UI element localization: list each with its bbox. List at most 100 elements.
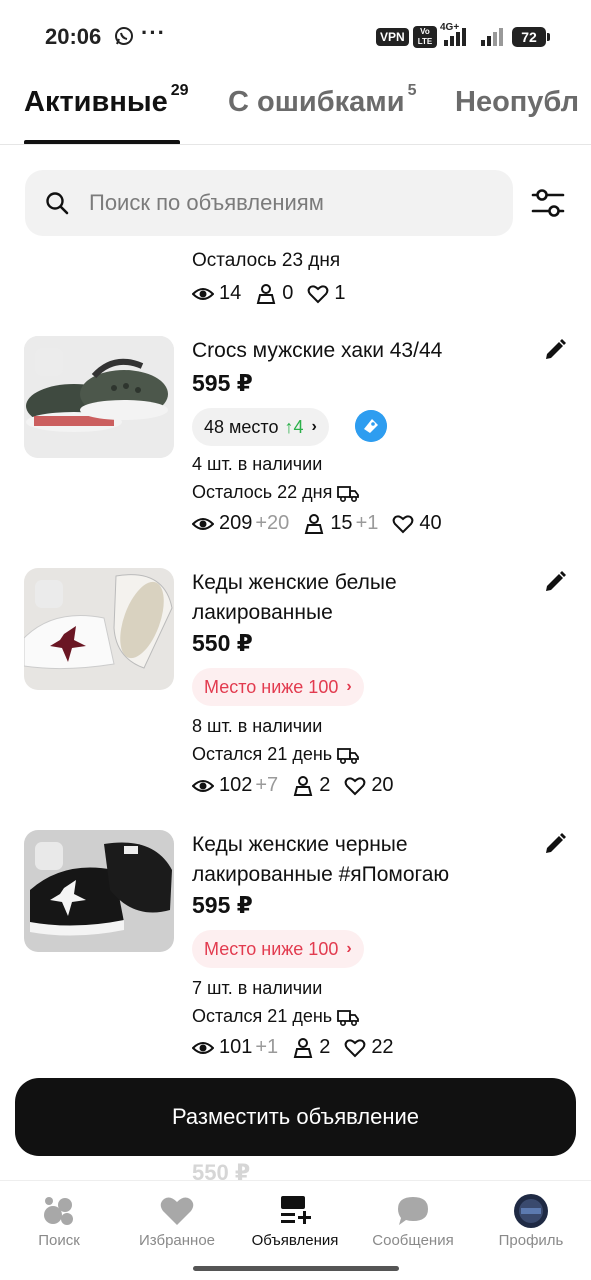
views-delta: +7 xyxy=(255,774,279,796)
stock-text: 8 шт. в наличии xyxy=(192,716,323,736)
person-icon xyxy=(305,513,324,534)
listing-title[interactable]: Кеды женские белые лакированные xyxy=(192,568,532,628)
position-pill[interactable]: Место ниже 100 › xyxy=(192,668,364,706)
likes-count: 20 xyxy=(371,774,394,796)
remaining-text: Остался 21 день xyxy=(192,1006,333,1026)
eye-icon xyxy=(192,1041,214,1054)
views-count: 14 xyxy=(219,282,242,304)
listings-list[interactable]: Осталось 23 дня 14 0 1 Crocs мужские хак… xyxy=(0,238,591,1180)
select-checkbox[interactable] xyxy=(35,580,63,608)
person-icon xyxy=(256,283,276,304)
listing-price: 550 ₽ xyxy=(192,630,253,656)
tab-unpublished[interactable]: Неопубл xyxy=(455,86,579,119)
listing-photo[interactable] xyxy=(24,568,174,690)
nav-favorites[interactable]: Избранное xyxy=(122,1193,232,1249)
edit-pencil-icon[interactable] xyxy=(543,338,567,362)
listing-photo[interactable] xyxy=(24,830,174,952)
chevron-right-icon: › xyxy=(346,940,352,957)
listing-title[interactable]: Кеды женские черные лакированные #яПомог… xyxy=(192,830,532,890)
heart-outline-icon xyxy=(308,284,329,303)
position-pill[interactable]: Место ниже 100 › xyxy=(192,930,364,968)
stock-text: 4 шт. в наличии xyxy=(192,454,323,474)
listing-title[interactable]: Crocs мужские хаки 43/44 xyxy=(192,336,532,366)
chat-bubble-icon xyxy=(398,1197,428,1225)
nav-search[interactable]: Поиск xyxy=(4,1193,114,1249)
edit-pencil-icon[interactable] xyxy=(543,832,567,856)
signal-icon xyxy=(444,28,466,46)
select-checkbox[interactable] xyxy=(35,348,63,376)
tab-active[interactable]: Активные 29 xyxy=(24,82,189,119)
remaining-text: Осталось 23 дня xyxy=(192,250,341,271)
likes-count: 1 xyxy=(334,282,346,304)
nav-label: Сообщения xyxy=(372,1232,454,1249)
position-label: Место ниже 100 xyxy=(204,676,339,697)
nav-messages[interactable]: Сообщения xyxy=(358,1193,468,1249)
tab-label: С ошибками xyxy=(228,86,405,118)
filter-icon[interactable] xyxy=(530,186,566,220)
home-indicator[interactable] xyxy=(193,1266,399,1271)
volte-badge: Vo LTE xyxy=(413,26,437,48)
nav-label: Объявления xyxy=(251,1232,339,1249)
listing-tabs: Активные 29 С ошибками 5 Неопубл xyxy=(0,80,591,146)
stock-info: 7 шт. в наличии xyxy=(192,978,322,999)
heart-outline-icon xyxy=(393,514,414,533)
nav-label: Поиск xyxy=(38,1232,80,1249)
listing-price: 595 ₽ xyxy=(192,892,253,918)
truck-icon xyxy=(337,485,360,502)
person-icon xyxy=(293,1037,313,1058)
views-count: 209 xyxy=(219,512,253,534)
nav-profile[interactable]: Профиль xyxy=(476,1193,586,1249)
eye-icon xyxy=(192,287,214,300)
edit-pencil-icon[interactable] xyxy=(543,570,567,594)
battery-indicator: 72 xyxy=(512,27,550,47)
likes-count: 22 xyxy=(371,1036,394,1058)
views-delta: +1 xyxy=(255,1036,279,1058)
heart-outline-icon xyxy=(344,776,366,795)
search-input[interactable] xyxy=(89,184,489,222)
remaining-info: Осталось 22 дня xyxy=(192,482,360,503)
contacts-delta: +1 xyxy=(355,512,379,534)
nav-label: Профиль xyxy=(498,1232,564,1249)
search-bar xyxy=(25,170,513,236)
promotion-tag-icon[interactable] xyxy=(355,410,387,442)
contacts-count: 2 xyxy=(319,1036,331,1058)
listings-add-icon xyxy=(281,1196,311,1224)
stock-text: 7 шт. в наличии xyxy=(192,978,323,998)
tab-label: Неопубл xyxy=(455,86,580,118)
eye-icon xyxy=(192,779,214,792)
place-ad-button[interactable]: Разместить объявление xyxy=(15,1078,576,1156)
bottom-navigation: Поиск Избранное Объявления Сообщения Про… xyxy=(0,1180,591,1280)
stock-info: 8 шт. в наличии xyxy=(192,716,322,737)
contacts-count: 2 xyxy=(319,774,331,796)
status-more-dots: ··· xyxy=(141,20,166,45)
status-bar: 20:06 ··· VPN Vo LTE 4G+ 72 xyxy=(0,0,591,72)
truck-icon xyxy=(337,1009,360,1026)
views-count: 102 xyxy=(219,774,253,796)
views-delta: +20 xyxy=(255,512,290,534)
nav-label: Избранное xyxy=(138,1232,216,1249)
position-pill[interactable]: 48 место ↑4 › xyxy=(192,408,329,446)
status-time: 20:06 xyxy=(45,24,102,49)
listing-stats: 101 +1 2 22 xyxy=(192,1036,408,1059)
search-icon xyxy=(46,192,69,215)
listing-price: 595 ₽ xyxy=(192,370,253,396)
contacts-count: 0 xyxy=(282,282,294,304)
vpn-badge: VPN xyxy=(376,28,409,46)
avatar xyxy=(514,1194,548,1228)
listing-photo[interactable] xyxy=(24,336,174,458)
search-circles-icon xyxy=(44,1197,73,1225)
heart-icon xyxy=(160,1197,194,1225)
contacts-count: 15 xyxy=(330,512,353,534)
eye-icon xyxy=(192,517,214,530)
chevron-right-icon: › xyxy=(311,418,317,435)
position-change: ↑4 xyxy=(284,416,304,437)
tab-errors[interactable]: С ошибками 5 xyxy=(228,82,416,119)
position-label: 48 место xyxy=(204,416,279,437)
nav-listings[interactable]: Объявления xyxy=(240,1193,350,1249)
select-checkbox[interactable] xyxy=(35,842,63,870)
remaining-text: Остался 21 день xyxy=(192,744,333,764)
views-count: 101 xyxy=(219,1036,253,1058)
remaining-info: Остался 21 день xyxy=(192,744,360,765)
partial-item-stats: 14 0 1 xyxy=(192,282,360,305)
listing-stats: 209 +20 15 +1 40 xyxy=(192,512,456,535)
